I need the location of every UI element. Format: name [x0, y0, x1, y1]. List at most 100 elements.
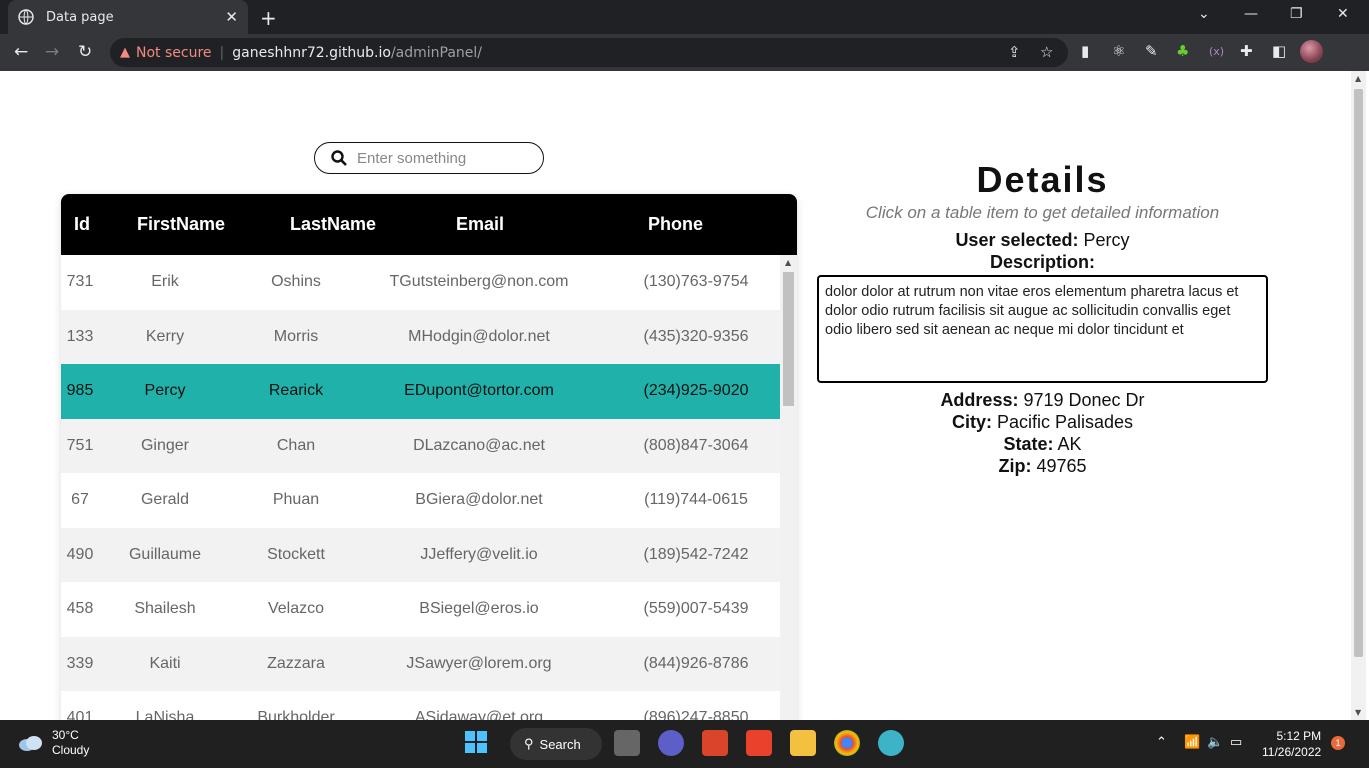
table-scroll-thumb[interactable] — [783, 272, 794, 406]
windows-start-icon[interactable] — [464, 730, 490, 756]
cell-id: 490 — [66, 545, 94, 563]
cell-phone: (234)925-9020 — [643, 382, 749, 400]
table-row[interactable]: 133 Kerry Morris MHodgin@dolor.net (435)320-… — [61, 309, 780, 364]
extension-icon[interactable]: ▮ — [1081, 42, 1089, 60]
taskbar-search[interactable]: ⚲ Search — [510, 728, 602, 760]
forward-icon[interactable]: → — [45, 42, 59, 62]
show-hidden-icons-icon[interactable]: ⌃ — [1156, 734, 1167, 750]
share-icon[interactable]: ⇪ — [1008, 43, 1021, 61]
pen-extension-icon[interactable]: ✎ — [1145, 42, 1158, 60]
description-label-line: Description: — [817, 251, 1268, 273]
cell-lastname: Stockett — [267, 545, 325, 563]
restore-icon[interactable]: ❐ — [1290, 6, 1303, 22]
cell-email: BGiera@dolor.net — [415, 491, 543, 509]
user-selected-line: User selected: Percy — [817, 229, 1268, 251]
cell-firstname: Percy — [144, 382, 186, 400]
reload-icon[interactable]: ↻ — [78, 42, 92, 62]
security-status[interactable]: Not secure — [136, 45, 212, 61]
cell-id: 751 — [66, 436, 94, 454]
cell-email: JSawyer@lorem.org — [406, 654, 552, 672]
paint-app-icon[interactable] — [878, 730, 904, 756]
search-input[interactable] — [357, 149, 527, 167]
page-scroll-up-icon[interactable]: ▲ — [1355, 74, 1361, 83]
cell-email: EDupont@tortor.com — [404, 382, 554, 400]
table-row[interactable]: 751 Ginger Chan DLazcano@ac.net (808)847-306… — [61, 418, 780, 473]
browser-tab[interactable]: Data page ✕ — [8, 0, 248, 34]
cell-id: 67 — [71, 491, 89, 509]
table-body: 731 Erik Oshins TGutsteinberg@non.com (130)7… — [61, 255, 780, 720]
bookmark-star-icon[interactable]: ☆ — [1040, 43, 1053, 61]
browser-tab-bar: Data page ✕ + ⌄ — ❐ ✕ — [0, 0, 1369, 34]
profile-avatar[interactable] — [1300, 40, 1323, 63]
table-row[interactable]: 339 Kaiti Zazzara JSawyer@lorem.org (844)926… — [61, 636, 780, 691]
scroll-up-icon[interactable]: ▲ — [785, 258, 791, 267]
file-explorer-icon[interactable] — [790, 730, 816, 756]
new-tab-icon[interactable]: + — [260, 6, 277, 30]
cell-firstname: Kerry — [145, 327, 185, 345]
table-scrollbar[interactable]: ▲ — [780, 255, 797, 720]
extensions-puzzle-icon[interactable]: ✚ — [1240, 42, 1253, 60]
tab-search-icon[interactable]: ⌄ — [1198, 6, 1210, 22]
header-id[interactable]: Id — [74, 214, 90, 235]
chrome-icon[interactable] — [834, 730, 860, 756]
zip-line: Zip: 49765 — [817, 455, 1268, 477]
cell-lastname: Burkholder — [257, 709, 335, 720]
state-line: State: AK — [817, 433, 1268, 455]
state-label: State: — [1003, 434, 1054, 454]
task-view-icon[interactable] — [614, 730, 640, 756]
header-email[interactable]: Email — [456, 214, 504, 235]
cell-email: ASidaway@et.org — [414, 709, 544, 720]
description-box: dolor dolor at rutrum non vitae eros ele… — [817, 275, 1268, 383]
page-scroll-down-icon[interactable]: ▼ — [1355, 708, 1361, 717]
page-content: Id FirstName LastName Email Phone 731 Eri… — [0, 71, 1351, 720]
office-app-icon[interactable] — [702, 730, 728, 756]
anydesk-icon[interactable] — [746, 730, 772, 756]
clock-time: 5:12 PM — [1276, 729, 1322, 743]
side-panel-icon[interactable]: ◧ — [1272, 42, 1286, 60]
page-scrollbar[interactable]: ▲ ▼ — [1351, 71, 1366, 720]
page-scroll-thumb[interactable] — [1354, 89, 1363, 657]
header-firstname[interactable]: FirstName — [137, 214, 225, 235]
close-window-icon[interactable]: ✕ — [1337, 6, 1349, 22]
table-row[interactable]: 731 Erik Oshins TGutsteinberg@non.com (130)7… — [61, 255, 780, 310]
warning-icon: ▲ — [120, 45, 130, 60]
cell-phone: (119)744-0615 — [644, 491, 748, 509]
city-value: Pacific Palisades — [996, 412, 1134, 432]
variable-extension-icon[interactable]: (x) — [1209, 45, 1224, 58]
table-row[interactable]: 458 Shailesh Velazco BSiegel@eros.io (559)00… — [61, 582, 780, 637]
cell-id: 985 — [66, 382, 94, 400]
search-icon — [331, 150, 347, 166]
weather-condition: Cloudy — [52, 743, 90, 757]
table-row-selected[interactable]: 985 Percy Rearick EDupont@tortor.com (234)92… — [61, 364, 780, 419]
tab-title: Data page — [46, 9, 114, 25]
react-devtools-icon[interactable]: ⚛ — [1112, 42, 1125, 60]
globe-icon — [18, 9, 34, 25]
cloud-icon — [19, 736, 42, 751]
cell-phone: (130)763-9754 — [643, 273, 749, 291]
state-value: AK — [1057, 434, 1082, 454]
minimize-icon[interactable]: — — [1244, 6, 1258, 22]
table-row[interactable]: 401 LaNisha Burkholder ASidaway@et.org (896)… — [61, 691, 780, 720]
back-icon[interactable]: ← — [14, 42, 28, 62]
user-selected-value: Percy — [1083, 230, 1130, 250]
search-box[interactable] — [314, 142, 544, 174]
table-row[interactable]: 67 Gerald Phuan BGiera@dolor.net (119)744-06… — [61, 473, 780, 528]
cell-phone: (559)007-5439 — [643, 600, 749, 618]
cell-email: BSiegel@eros.io — [419, 600, 539, 618]
volume-icon[interactable]: 🔈 — [1207, 734, 1223, 750]
close-tab-icon[interactable]: ✕ — [225, 8, 238, 26]
notification-badge[interactable]: 1 — [1331, 736, 1345, 750]
weather-widget[interactable]: 30°C Cloudy — [18, 728, 89, 758]
header-lastname[interactable]: LastName — [290, 214, 376, 235]
address-value: 9719 Donec Dr — [1023, 390, 1145, 410]
table-row[interactable]: 490 Guillaume Stockett JJeffery@velit.io (18… — [61, 527, 780, 582]
cell-lastname: Velazco — [267, 600, 325, 618]
wifi-icon[interactable]: 📶 — [1184, 734, 1200, 750]
teams-icon[interactable] — [658, 730, 684, 756]
tree-extension-icon[interactable]: ♣ — [1176, 42, 1189, 60]
system-clock[interactable]: 5:12 PM 11/26/2022 — [1262, 728, 1321, 760]
address-bar[interactable]: ▲ Not secure | ganeshhnr72.github.io /ad… — [110, 38, 1068, 67]
battery-icon[interactable]: ▭ — [1230, 734, 1242, 750]
header-phone[interactable]: Phone — [648, 214, 703, 235]
details-subtitle: Click on a table item to get detailed in… — [865, 203, 1220, 222]
